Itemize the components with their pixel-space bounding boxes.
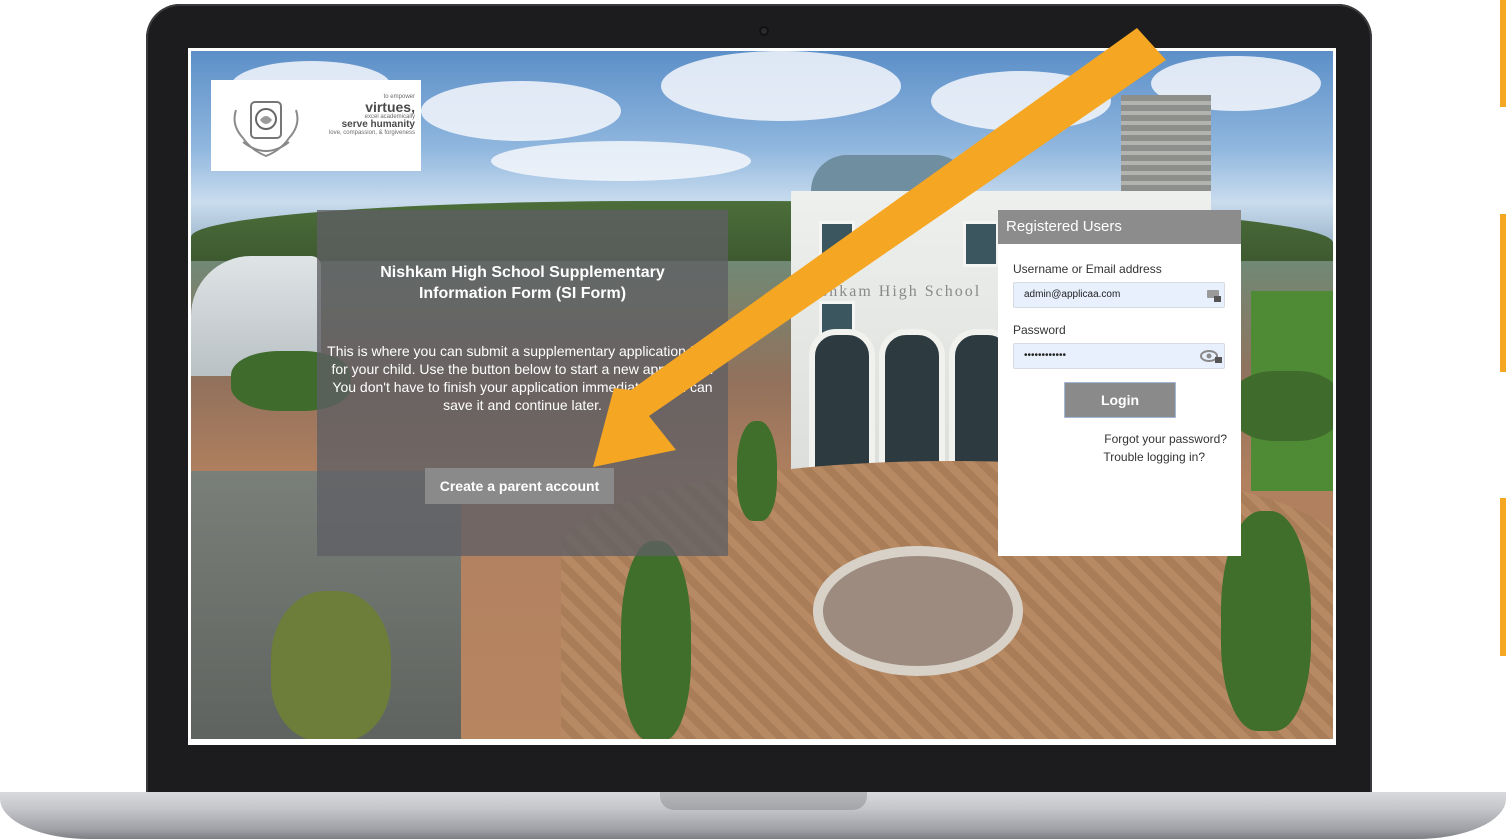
info-panel: Nishkam High School Supplementary Inform… — [317, 210, 728, 556]
password-manager-icon[interactable] — [1207, 288, 1221, 302]
building-window — [819, 221, 855, 267]
login-header: Registered Users — [998, 210, 1241, 244]
login-button[interactable]: Login — [1064, 382, 1176, 418]
hedge — [1231, 371, 1333, 441]
trouble-logging-in-link[interactable]: Trouble logging in? — [1103, 450, 1205, 464]
background-photo: Nishkam High School to empower virtues, … — [191, 51, 1333, 739]
password-field[interactable]: •••••••••••• — [1013, 343, 1225, 369]
tree — [621, 541, 691, 739]
edge-accent-bar — [1500, 214, 1506, 372]
logo-motto: to empower virtues, excel academically s… — [311, 94, 415, 136]
username-label: Username or Email address — [1013, 262, 1162, 276]
show-password-icon[interactable] — [1200, 349, 1222, 363]
webcam-icon — [759, 26, 769, 36]
password-label: Password — [1013, 323, 1066, 337]
cloud — [491, 141, 751, 181]
crest-icon — [233, 101, 299, 158]
edge-accent-bar — [1500, 498, 1506, 656]
page-title: Nishkam High School Supplementary Inform… — [380, 264, 665, 302]
tree — [737, 421, 777, 521]
tree — [271, 591, 391, 739]
password-value: •••••••••••• — [1024, 350, 1067, 361]
dome-roof — [811, 155, 971, 191]
laptop-screen: Nishkam High School to empower virtues, … — [188, 48, 1336, 745]
cloud — [931, 71, 1111, 131]
info-description: This is where you can submit a supplemen… — [327, 343, 718, 413]
forgot-password-link[interactable]: Forgot your password? — [1104, 432, 1227, 446]
username-field[interactable]: admin@applicaa.com — [1013, 282, 1225, 308]
login-panel: Registered Users Username or Email addre… — [998, 210, 1241, 556]
cloud — [661, 51, 901, 121]
cloud — [421, 81, 621, 141]
motto-line: love, compassion, & forgiveness — [328, 130, 415, 136]
school-logo[interactable]: to empower virtues, excel academically s… — [211, 80, 421, 171]
username-value: admin@applicaa.com — [1024, 289, 1121, 300]
create-parent-account-button[interactable]: Create a parent account — [425, 468, 614, 504]
plaza-circle — [813, 546, 1023, 676]
building-window — [963, 221, 999, 267]
motto-line: virtues, — [365, 99, 415, 115]
laptop-notch — [660, 792, 867, 810]
edge-accent-bar — [1500, 0, 1506, 107]
motto-line: serve humanity — [341, 119, 415, 130]
